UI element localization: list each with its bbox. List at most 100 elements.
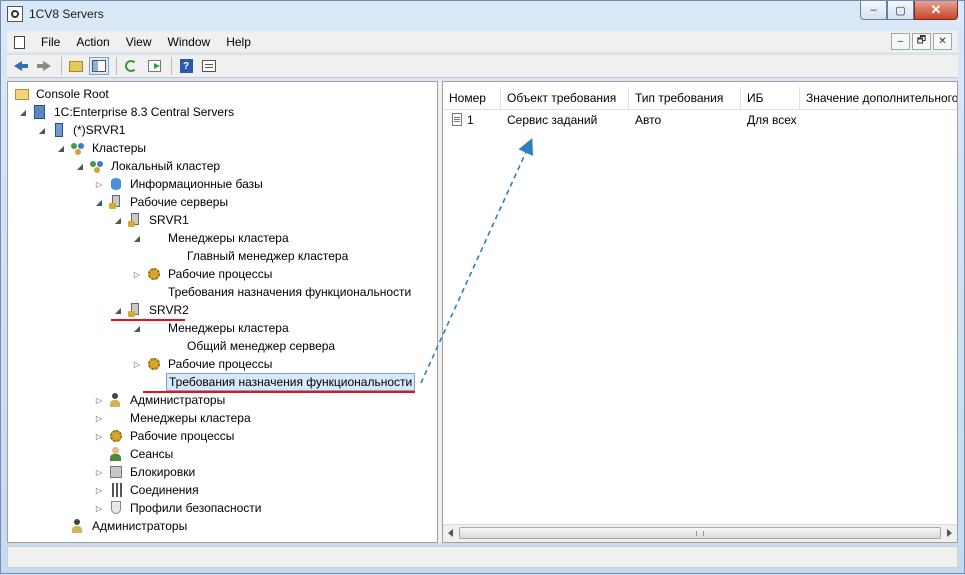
column-header-additional-value[interactable]: Значение дополнительного [800,87,957,109]
tree-node-srvr1-requirements[interactable]: Требования назначения функциональности [146,283,413,301]
refresh-button[interactable] [121,57,141,75]
tree-node-srvr1[interactable]: ◢ SRVR1 [113,211,191,229]
tree-node-security-profiles[interactable]: ▷ Профили безопасности [94,499,263,517]
console-icon[interactable] [11,34,27,50]
column-header-type[interactable]: Тип требования [629,87,741,109]
tree-node-processes[interactable]: ▷ Рабочие процессы [94,427,236,445]
window-title: 1CV8 Servers [29,7,104,21]
show-hide-tree-button[interactable] [89,57,109,75]
expand-arrow-icon[interactable]: ▷ [132,359,142,369]
administrators-icon [70,518,86,534]
expand-arrow-icon[interactable]: ▷ [94,467,104,477]
toolbar-separator [171,57,172,75]
tree-node-srvr2[interactable]: ◢ SRVR2 [113,301,191,319]
scroll-left-icon[interactable] [448,529,453,537]
tree-node-infobases[interactable]: ▷ Информационные базы [94,175,265,193]
grip-icon [696,531,704,536]
tree-node-locks[interactable]: ▷ Блокировки [94,463,197,481]
menu-file[interactable]: File [33,35,68,49]
expand-arrow-icon[interactable]: ▷ [94,179,104,189]
connections-icon [108,482,124,498]
tree-node-srvr2-processes[interactable]: ▷ Рабочие процессы [132,355,274,373]
tree-node-central-admins[interactable]: Администраторы [70,517,189,535]
menu-bar: File Action View Window Help – 🗗 ✕ [7,31,958,52]
horizontal-scrollbar[interactable] [443,524,957,542]
collapse-arrow-icon[interactable]: ◢ [132,233,142,243]
tree-node-clusters[interactable]: ◢ Кластеры [56,139,148,157]
gear-icon [146,356,162,372]
folder-icon [14,86,30,102]
mdi-minimize-button[interactable]: – [891,33,910,50]
collapse-arrow-icon[interactable]: ◢ [94,197,104,207]
cluster-icon [89,158,105,174]
expand-arrow-icon[interactable]: ▷ [94,485,104,495]
tree-node-srvr2-common-manager[interactable]: Общий менеджер сервера [165,337,337,355]
scrollbar-thumb[interactable] [459,527,941,539]
tree-node-srvr1-main-manager[interactable]: Главный менеджер кластера [165,247,350,265]
collapse-arrow-icon[interactable]: ◢ [56,143,66,153]
database-icon [108,176,124,192]
collapse-arrow-icon[interactable]: ◢ [18,107,28,117]
menu-action[interactable]: Action [68,35,117,49]
status-bar [7,546,958,568]
console-tree[interactable]: Console Root ◢ 1C:Enterprise 8.3 Central … [7,81,438,543]
tree-node-connections[interactable]: ▷ Соединения [94,481,201,499]
expand-arrow-icon[interactable]: ▷ [132,269,142,279]
menu-window[interactable]: Window [160,35,219,49]
cell-object: Сервис заданий [507,113,598,127]
tree-node-cluster-managers[interactable]: ▷ Менеджеры кластера [94,409,253,427]
tree-node-srvr1-managers[interactable]: ◢ Менеджеры кластера [132,229,291,247]
server-icon [51,122,67,138]
properties-icon [202,60,216,72]
minimize-button[interactable]: – [860,1,887,20]
menu-view[interactable]: View [118,35,160,49]
tree-node-administrators[interactable]: ▷ Администраторы [94,391,227,409]
tree-node-sessions[interactable]: Сеансы [108,445,175,463]
collapse-arrow-icon[interactable]: ◢ [75,161,85,171]
mdi-restore-button[interactable]: 🗗 [912,33,931,50]
tree-node-server[interactable]: ◢ (*)SRVR1 [37,121,127,139]
back-button[interactable] [11,57,31,75]
expand-arrow-icon[interactable]: ▷ [94,395,104,405]
forward-button[interactable] [34,57,54,75]
working-server-icon [108,194,124,210]
working-server-icon [127,212,143,228]
menu-help[interactable]: Help [218,35,259,49]
collapse-arrow-icon[interactable]: ◢ [113,305,123,315]
help-button[interactable]: ? [176,57,196,75]
column-header-object[interactable]: Объект требования [501,87,629,109]
expand-arrow-icon[interactable]: ▷ [94,431,104,441]
collapse-arrow-icon[interactable]: ◢ [37,125,47,135]
column-header-ib[interactable]: ИБ [741,87,800,109]
tree-node-srvr2-managers[interactable]: ◢ Менеджеры кластера [132,319,291,337]
export-list-button[interactable] [144,57,164,75]
tree-node-srvr2-requirements[interactable]: Требования назначения функциональности [146,373,416,391]
close-button[interactable]: ✕ [914,1,958,20]
tree-node-local-cluster[interactable]: ◢ Локальный кластер [75,157,222,175]
servers-icon [32,104,48,120]
tree-node-srvr1-processes[interactable]: ▷ Рабочие процессы [132,265,274,283]
collapse-arrow-icon[interactable]: ◢ [132,323,142,333]
highlight-underline-srvr2 [111,319,185,321]
tree-node-console-root[interactable]: Console Root [14,85,111,103]
expand-arrow-icon[interactable]: ▷ [94,413,104,423]
highlight-underline-requirements [143,391,415,393]
help-icon: ? [179,59,193,73]
window-controls: – ▢ ✕ [860,1,958,21]
list-header: Номер Объект требования Тип требования И… [443,87,957,110]
document-icon [449,112,465,128]
scroll-right-icon[interactable] [947,529,952,537]
collapse-arrow-icon[interactable]: ◢ [113,215,123,225]
column-header-number[interactable]: Номер [443,87,501,109]
properties-button[interactable] [199,57,219,75]
mdi-close-button[interactable]: ✕ [933,33,952,50]
title-bar[interactable]: 1CV8 Servers – ▢ ✕ [1,1,964,27]
up-one-level-button[interactable] [66,57,86,75]
maximize-button[interactable]: ▢ [887,1,914,20]
table-row[interactable]: 1 Сервис заданий Авто Для всех [443,111,957,129]
tree-node-working-servers[interactable]: ◢ Рабочие серверы [94,193,230,211]
result-pane: Номер Объект требования Тип требования И… [442,81,958,543]
export-icon [147,60,161,72]
tree-node-central-servers[interactable]: ◢ 1C:Enterprise 8.3 Central Servers [18,103,236,121]
expand-arrow-icon[interactable]: ▷ [94,503,104,513]
